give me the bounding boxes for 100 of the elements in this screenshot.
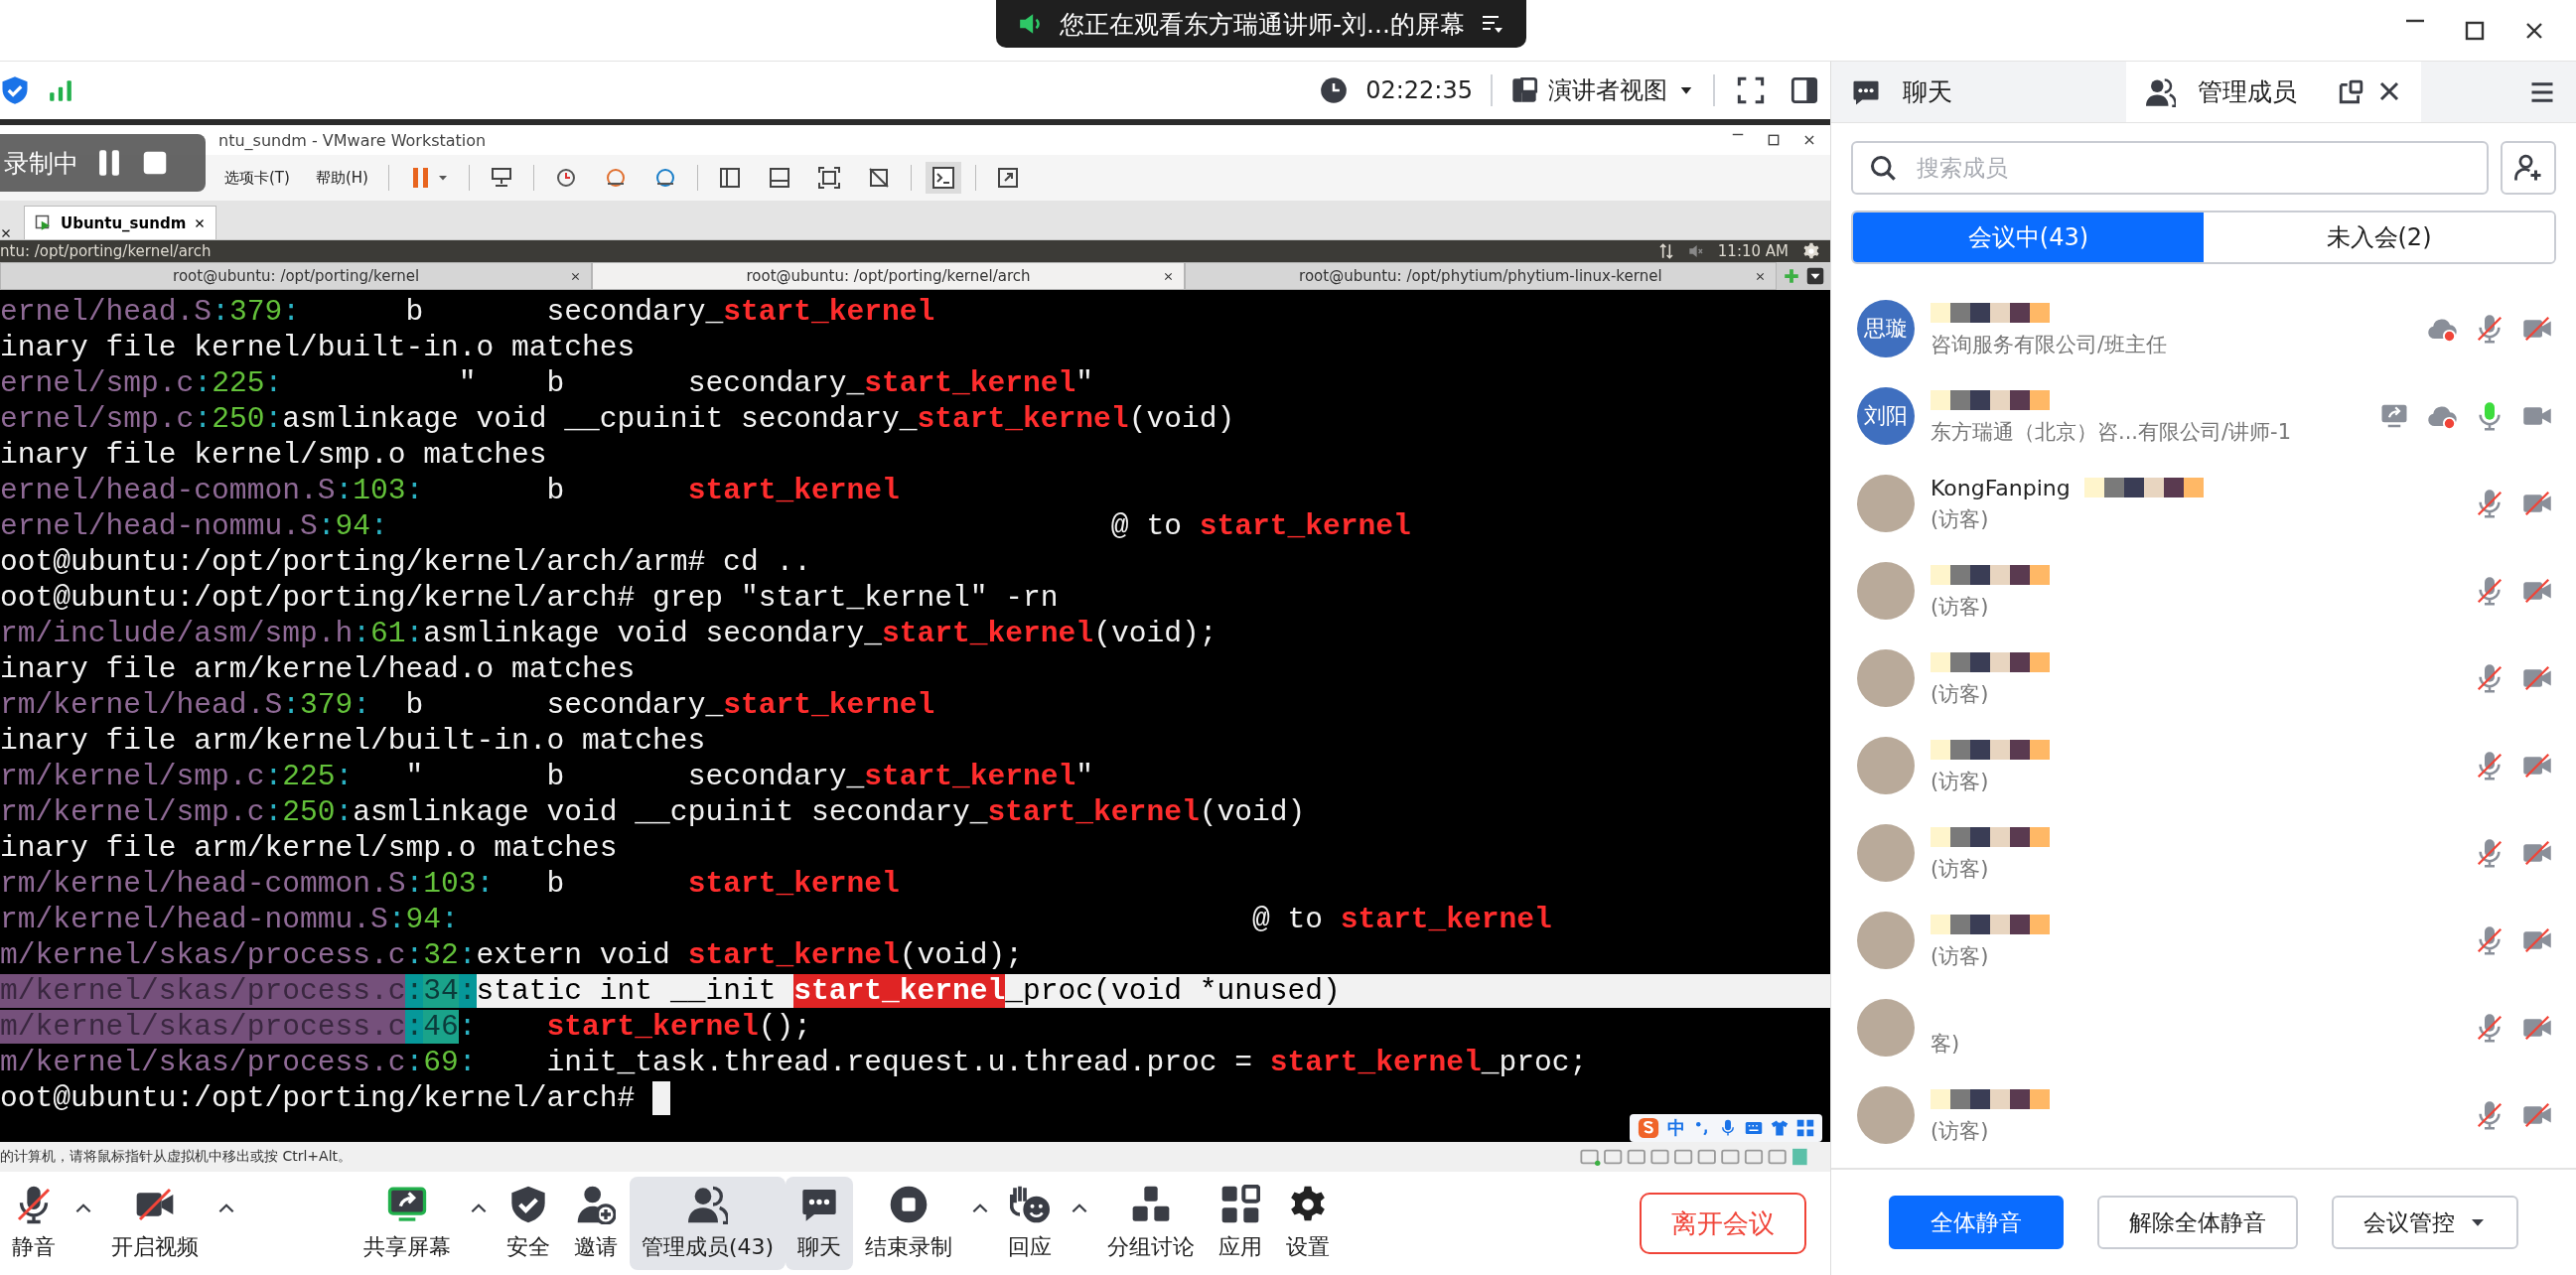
mic-muted-icon[interactable] (2475, 838, 2504, 868)
people-icon (687, 1185, 728, 1224)
volume-icon (1687, 243, 1704, 259)
toolbar-button[interactable]: 聊天 (786, 1177, 854, 1270)
mic-muted-icon[interactable] (2475, 1100, 2504, 1130)
action-button[interactable]: 全体静音 (1889, 1196, 2064, 1249)
people-icon (2146, 76, 2176, 107)
terminal-line: inary file arm/kernel/head.o matches (0, 651, 636, 687)
apps-icon (1220, 1185, 1261, 1224)
close-icon[interactable] (1755, 271, 1766, 282)
search-field[interactable]: 搜索成员 (1851, 141, 2489, 195)
mic-muted-icon[interactable] (2475, 1013, 2504, 1043)
meeting-timer: 02:22:35 (1365, 76, 1473, 104)
toolbar-button[interactable]: 结束录制 (853, 1177, 965, 1270)
toolbar-button[interactable]: 设置 (1274, 1177, 1343, 1270)
camera-off-icon[interactable] (2522, 751, 2552, 780)
close-icon[interactable] (1802, 133, 1816, 147)
terminal-line: m/kernel/skas/process.c:69: init_task.thread.request.u.thread.proc = start_kernel_proc; (0, 1045, 1588, 1080)
signal-icon (48, 77, 73, 103)
toolbar-button[interactable]: 分组讨论 (1095, 1177, 1208, 1270)
dropdown-icon[interactable] (1806, 267, 1824, 285)
camera-off-icon[interactable] (2522, 925, 2552, 955)
shield-icon (508, 1185, 548, 1224)
avatar: 思璇 (1857, 300, 1915, 357)
toolbar-button[interactable]: 回应 (996, 1177, 1065, 1270)
terminal-line: m/kernel/skas/process.c:32:extern void start_kernel(void); (0, 937, 1024, 973)
panel-tab[interactable]: 管理成员 (2126, 62, 2421, 122)
toolbar-button[interactable]: 安全 (495, 1177, 562, 1270)
terminal-tab[interactable]: root@ubuntu: /opt/porting/kernel (0, 262, 593, 290)
mic-muted-icon[interactable] (2475, 489, 2504, 518)
unity-icon (866, 166, 891, 190)
member-role: 客) (1931, 1031, 1961, 1058)
toolbar-button[interactable]: 应用 (1207, 1177, 1275, 1270)
add-user-icon (2513, 153, 2543, 183)
menu-item[interactable]: 帮助(H) (309, 164, 374, 192)
terminal-line: rm/include/asm/smp.h:61:asmlinkage void secondary_start_kernel(void); (0, 616, 1217, 651)
member-role: 咨询服务有限公司/班主任 (1931, 332, 2169, 358)
clock-icon (1320, 76, 1349, 104)
terminal-line: rm/kernel/smp.c:250:asmlinkage void __cpuinit secondary_start_kernel(void) (0, 794, 1306, 830)
fit-icon (816, 166, 841, 190)
guest-clock: 11:10 AM (1717, 242, 1789, 260)
camera-off-icon[interactable] (2522, 663, 2552, 693)
terminal-line: inary file arm/kernel/smp.o matches (0, 830, 618, 866)
keyboard-icon[interactable] (1745, 1119, 1763, 1137)
mic-icon[interactable] (1719, 1119, 1737, 1137)
mic-muted-icon[interactable] (2475, 925, 2504, 955)
camera-off-icon[interactable] (2522, 1013, 2552, 1043)
popout-icon[interactable] (2338, 78, 2363, 105)
toolbar-button[interactable]: 共享屏幕 (352, 1177, 463, 1270)
toolbar-button[interactable] (925, 162, 961, 194)
dropdown-button[interactable]: 会议管控 (2332, 1196, 2518, 1249)
layout-icon (1510, 76, 1538, 104)
panel-icon (767, 166, 791, 190)
mic-muted-icon[interactable] (2475, 751, 2504, 780)
action-button[interactable]: 解除全体静音 (2097, 1196, 2298, 1249)
close-icon[interactable] (0, 227, 12, 239)
terminal-tab[interactable]: root@ubuntu: /opt/porting/kernel/arch (592, 262, 1185, 290)
settings-icon[interactable] (1802, 242, 1820, 260)
member-role: 东方瑞通（北京）咨...有限公司/讲师-1 (1931, 419, 2293, 446)
camera-off-icon[interactable] (2522, 576, 2552, 606)
minimize-icon[interactable] (1731, 133, 1745, 136)
segment-tab[interactable]: 会议中(43) (1853, 212, 2204, 262)
camera-off-icon[interactable] (2522, 489, 2552, 518)
toolbar-button[interactable]: 管理成员(43) (630, 1177, 787, 1270)
close-icon[interactable] (570, 271, 582, 282)
terminal-line: rm/kernel/head.S:379: b secondary_start_kernel (0, 687, 935, 723)
grid-icon[interactable] (1796, 1119, 1814, 1137)
terminal-line: ernel/smp.c:225: " b secondary_start_kernel" (0, 365, 1094, 401)
member-role: (访客) (1931, 943, 1990, 970)
member-role: (访客) (1931, 506, 1990, 533)
terminal-line: rm/kernel/head-nommu.S:94: @ to start_kernel (0, 902, 1552, 937)
mic-muted-icon[interactable] (2475, 576, 2504, 606)
terminal-line: ernel/head-nommu.S:94: @ to start_kernel (0, 508, 1411, 544)
view-mode-dropdown[interactable]: 演讲者视图 (1510, 74, 1695, 106)
search-icon (1869, 154, 1897, 182)
ime-mode[interactable]: 中 (1667, 1116, 1685, 1140)
ime-logo-icon (1638, 1117, 1659, 1139)
add-user-icon (576, 1185, 616, 1224)
member-role: (访客) (1931, 769, 1990, 795)
mic-muted-icon[interactable] (2475, 314, 2504, 344)
toolbar-button[interactable]: 开启视频 (99, 1177, 211, 1270)
camera-off-icon[interactable] (2522, 1100, 2552, 1130)
terminal-line: inary file arm/kernel/built-in.o matches (0, 723, 706, 759)
toolbar-button[interactable]: 静音 (0, 1177, 68, 1270)
restore-icon[interactable] (1767, 133, 1781, 147)
leave-meeting-button[interactable]: 离开会议 (1640, 1193, 1806, 1254)
terminal-tab[interactable]: root@ubuntu: /opt/phytium/phytium-linux-kernel (1184, 262, 1777, 290)
terminal-line: ernel/smp.c:250:asmlinkage void __cpuinit secondary_start_kernel(void) (0, 401, 1235, 437)
terminal-line: inary file kernel/built-in.o matches (0, 330, 636, 365)
shirt-icon[interactable] (1771, 1119, 1789, 1137)
vm-tab[interactable]: Ubuntu_sundm (24, 206, 217, 239)
invite-button[interactable] (2501, 141, 2556, 195)
close-icon[interactable] (1162, 271, 1174, 282)
camera-off-icon[interactable] (2522, 838, 2552, 868)
toolbar-button[interactable]: 邀请 (562, 1177, 630, 1270)
menu-item[interactable]: 选项卡(T) (218, 164, 296, 192)
camera-off-icon[interactable] (2522, 314, 2552, 344)
network-icon (1657, 243, 1674, 259)
terminal-line: oot@ubuntu:/opt/porting/kernel/arch/arm# cd .. (0, 544, 811, 580)
mic-muted-icon[interactable] (2475, 663, 2504, 693)
